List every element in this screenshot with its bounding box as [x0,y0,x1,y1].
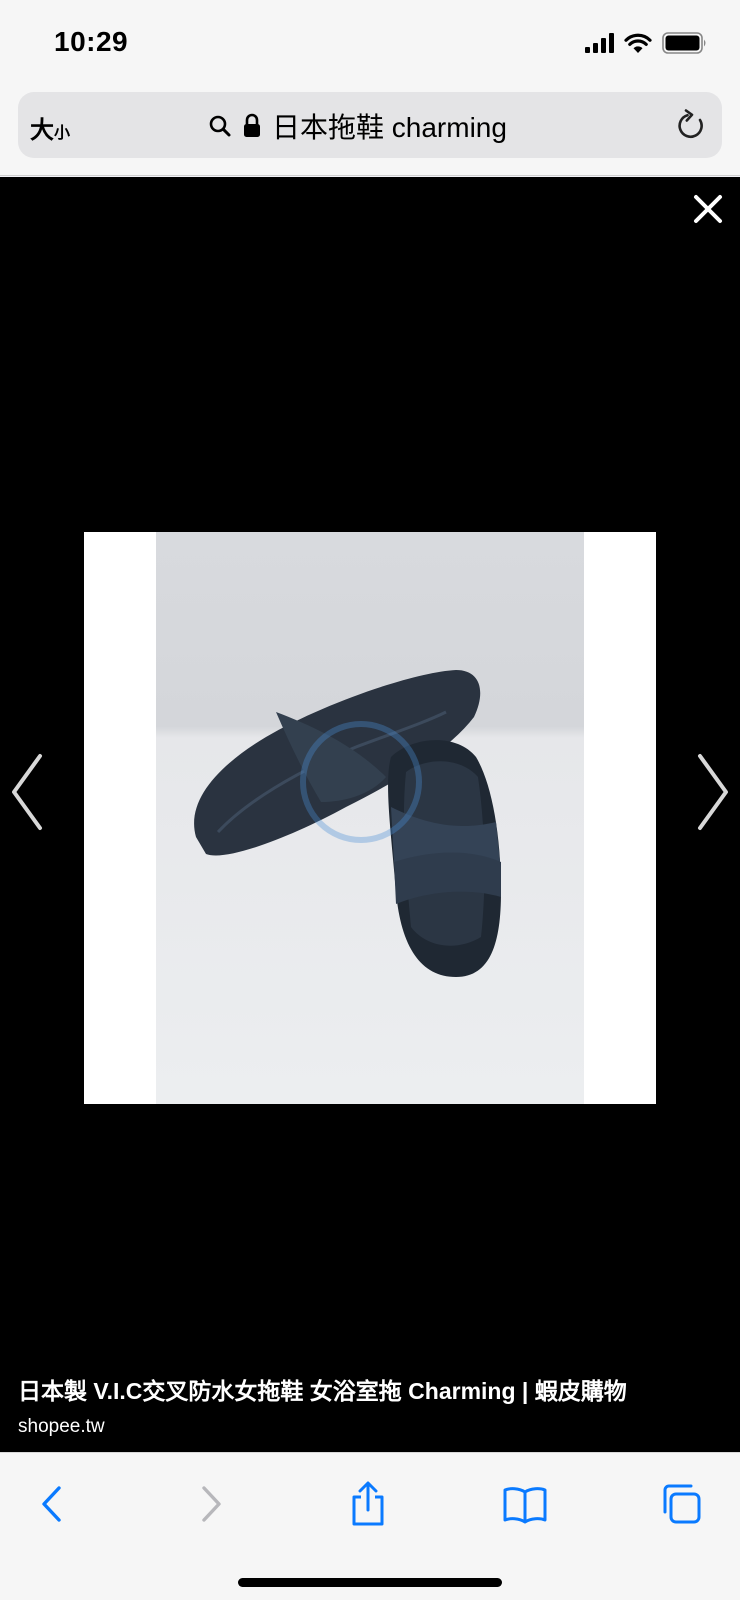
url-text: 日本拖鞋 charming [272,112,507,143]
cellular-signal-icon [585,33,614,53]
forward-button[interactable] [186,1479,236,1529]
search-icon [209,115,231,137]
tabs-button[interactable] [656,1479,706,1529]
text-size-label-large: 大 [30,117,54,144]
tabs-icon [663,1484,701,1524]
reload-icon[interactable] [676,108,708,142]
battery-icon [662,32,706,54]
chevron-left-icon[interactable] [8,752,48,832]
share-icon [352,1481,384,1526]
product-image [84,532,656,1104]
back-button[interactable] [27,1479,77,1529]
bookmarks-icon [503,1487,547,1524]
share-button[interactable] [343,1479,393,1529]
image-viewer[interactable]: 日本製 V.I.C交叉防水女拖鞋 女浴室拖 Charming | 蝦皮購物 sh… [0,177,740,1452]
caption-title[interactable]: 日本製 V.I.C交叉防水女拖鞋 女浴室拖 Charming | 蝦皮購物 [18,1372,728,1406]
back-icon [42,1486,61,1522]
top-toolbar: 大小 日本拖鞋 charming [0,88,740,176]
home-indicator[interactable] [238,1578,502,1587]
wifi-icon [624,33,652,53]
text-size-label-small: 小 [54,125,71,142]
text-size-button[interactable]: 大小 [30,110,70,145]
image-caption[interactable]: 日本製 V.I.C交叉防水女拖鞋 女浴室拖 Charming | 蝦皮購物 sh… [18,1372,728,1438]
close-icon[interactable] [690,191,726,227]
sandals-illustration [194,670,501,977]
status-bar: 10:29 [0,0,740,88]
url-group[interactable]: 日本拖鞋 charming [208,106,507,146]
caption-source[interactable]: shopee.tw [18,1416,728,1438]
status-time: 10:29 [54,26,129,57]
product-photo [156,532,584,1104]
bookmarks-button[interactable] [500,1479,550,1529]
address-bar[interactable]: 大小 日本拖鞋 charming [18,92,722,158]
status-icons [585,32,708,54]
lock-icon [244,113,260,137]
forward-icon [202,1486,221,1522]
chevron-right-icon[interactable] [692,752,732,832]
